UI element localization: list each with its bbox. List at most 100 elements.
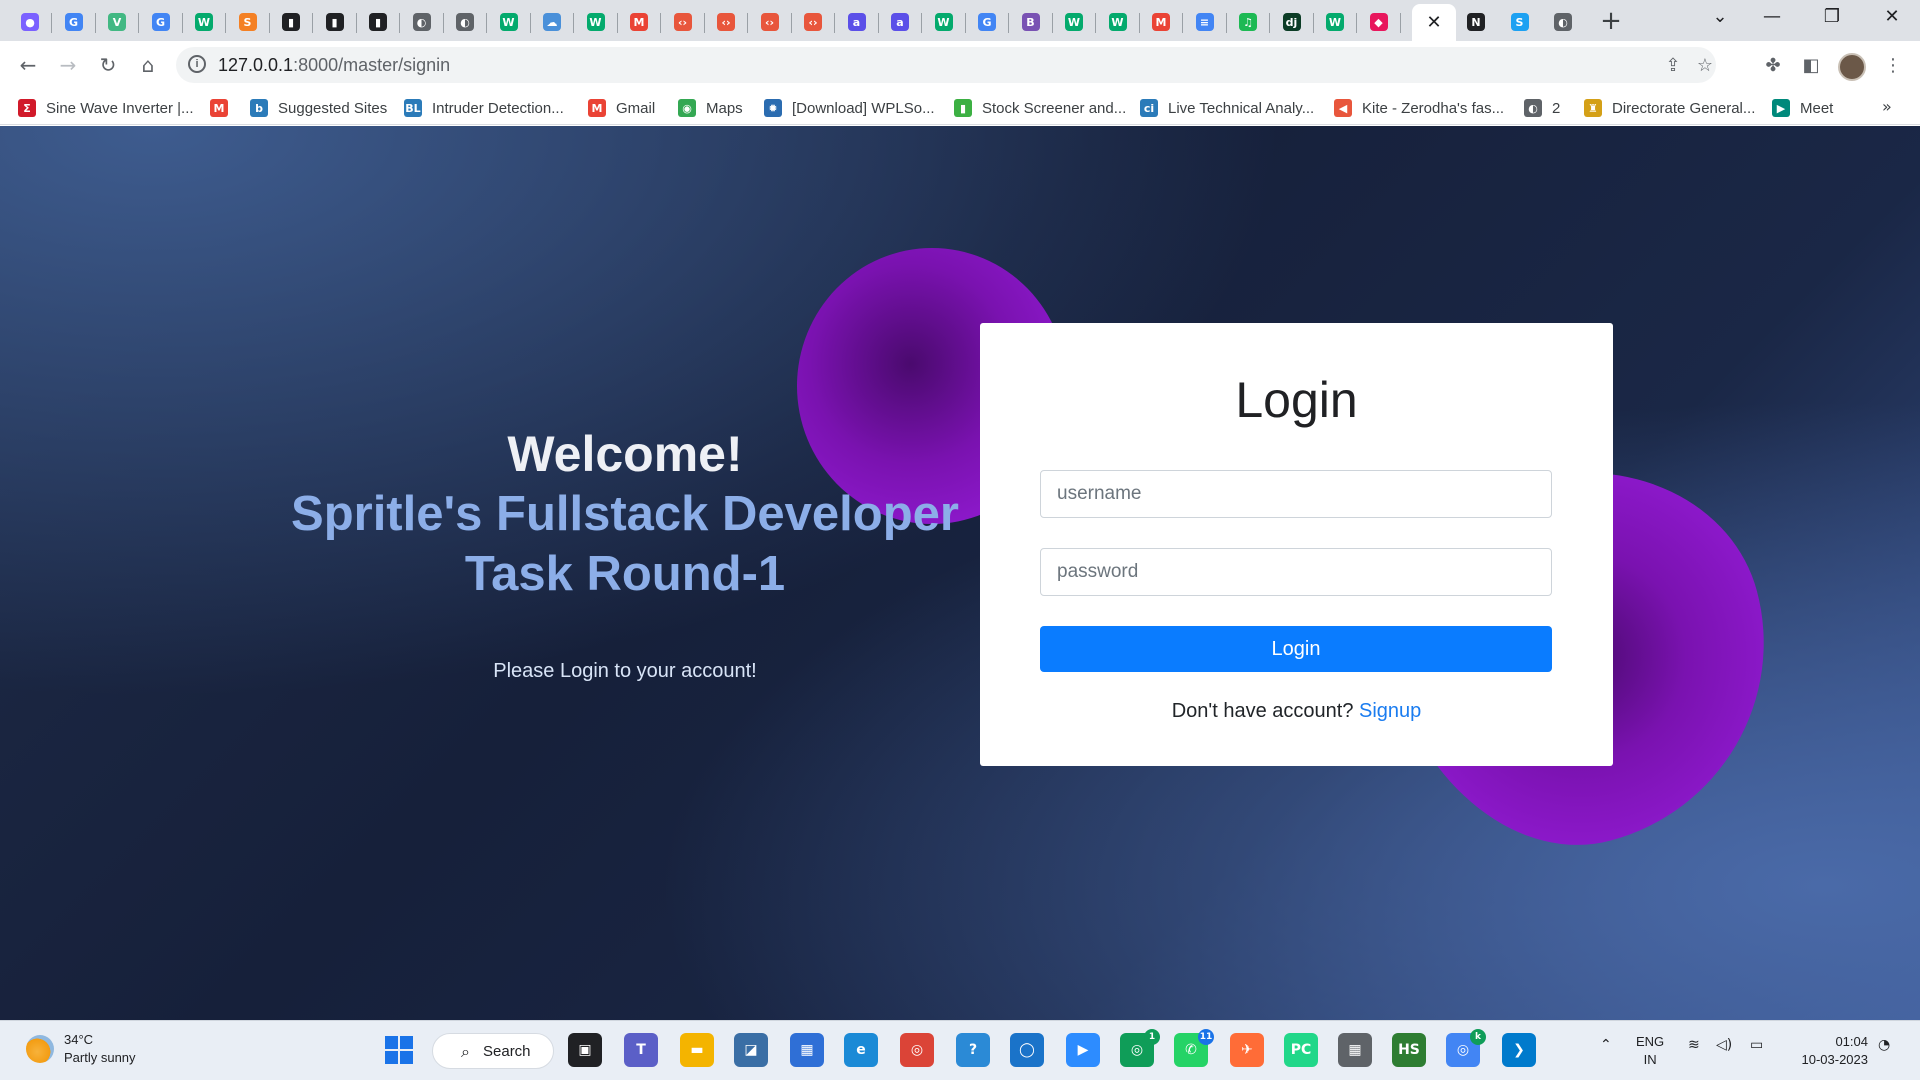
edge-icon[interactable]: e [844, 1033, 878, 1067]
language-indicator[interactable]: ENG IN [1636, 1033, 1664, 1069]
battery-icon[interactable]: ▭ [1750, 1037, 1763, 1053]
browser-tab[interactable]: ▮ [313, 4, 357, 40]
bookmark-item[interactable]: Σ Sine Wave Inverter |... [18, 97, 194, 119]
taskbar-search[interactable]: ⌕ Search [432, 1033, 554, 1069]
chrome-icon[interactable]: ◎ [900, 1033, 934, 1067]
browser-tab[interactable]: W [574, 4, 618, 40]
browser-tab[interactable]: ◐ [1541, 4, 1585, 40]
menu-icon[interactable]: ⋮ [1882, 55, 1904, 77]
hs-icon[interactable]: HS [1392, 1033, 1426, 1067]
browser-tab[interactable]: W [922, 4, 966, 40]
browser-tab[interactable]: M [617, 4, 661, 40]
windows-start-icon[interactable] [382, 1033, 416, 1067]
bookmark-star-icon[interactable]: ☆ [1694, 55, 1716, 77]
browser-tab[interactable]: ● [8, 4, 52, 40]
browser-tab[interactable]: ‹› [791, 4, 835, 40]
extensions-icon[interactable]: ✤ [1762, 55, 1784, 77]
task-view-icon[interactable]: ▣ [568, 1033, 602, 1067]
browser-tab[interactable]: ◐ [400, 4, 444, 40]
login-button[interactable]: Login [1040, 626, 1552, 672]
browser-tab[interactable]: M [1139, 4, 1183, 40]
bookmark-item[interactable]: BL Intruder Detection... [404, 97, 564, 119]
browser-tab[interactable]: ‹› [704, 4, 748, 40]
browser-tab[interactable]: ▮ [356, 4, 400, 40]
bookmark-item[interactable]: b Suggested Sites [250, 97, 387, 119]
browser-tab[interactable]: ‹› [661, 4, 705, 40]
browser-tab[interactable]: a [835, 4, 879, 40]
browser-tab[interactable]: ◆ [1357, 4, 1401, 40]
browser-tab[interactable]: a [878, 4, 922, 40]
system-clock[interactable]: 01:04 10-03-2023 [1788, 1033, 1869, 1069]
zoom-icon[interactable]: ▶ [1066, 1033, 1100, 1067]
bookmark-item[interactable]: ◀ Kite - Zerodha's fas... [1334, 97, 1504, 119]
browser-tab[interactable]: dj [1270, 4, 1314, 40]
show-hidden-icons[interactable]: ⌃ [1600, 1037, 1612, 1053]
volume-icon[interactable]: ◁) [1716, 1037, 1732, 1053]
browser-tab[interactable]: W [1313, 4, 1357, 40]
browser-tab[interactable]: W [1096, 4, 1140, 40]
bookmark-item[interactable]: ▶ Meet [1772, 97, 1833, 119]
browser-tab[interactable]: N [1454, 4, 1498, 40]
side-panel-icon[interactable]: ◧ [1800, 55, 1822, 77]
microsoft-store-icon[interactable]: ▦ [790, 1033, 824, 1067]
more-bookmarks-icon[interactable]: » [1882, 97, 1892, 116]
minimize-button[interactable]: — [1752, 6, 1792, 34]
restore-button[interactable]: ❐ [1812, 6, 1852, 34]
share-icon[interactable]: ⇪ [1662, 55, 1684, 77]
browser-tab[interactable]: V [95, 4, 139, 40]
browser-tab[interactable]: ♫ [1226, 4, 1270, 40]
browser-tab[interactable]: G [52, 4, 96, 40]
browser-tab[interactable]: S [1498, 4, 1542, 40]
site-info-icon[interactable]: i [188, 55, 206, 73]
browser-tab[interactable]: ‹› [748, 4, 792, 40]
help-icon[interactable]: ? [956, 1033, 990, 1067]
vscode-icon[interactable]: ❯ [1502, 1033, 1536, 1067]
tab-search-icon[interactable]: ⌄ [1700, 6, 1740, 34]
mysql-workbench-icon[interactable]: ◪ [734, 1033, 768, 1067]
back-button[interactable]: ← [14, 51, 42, 79]
profile-avatar[interactable] [1838, 53, 1866, 81]
bookmark-item[interactable]: ci Live Technical Analy... [1140, 97, 1314, 119]
postman-icon[interactable]: ✈ [1230, 1033, 1264, 1067]
chrome-icon[interactable]: ◎ k [1446, 1029, 1486, 1067]
bookmark-item[interactable]: M Gmail [588, 97, 655, 119]
close-tab-icon[interactable]: ✕ [1426, 12, 1441, 33]
browser-tab[interactable]: S [226, 4, 270, 40]
bookmark-item[interactable]: ✹ [Download] WPLSo... [764, 97, 935, 119]
browser-tab[interactable]: W [487, 4, 531, 40]
browser-tab[interactable]: ▮ [269, 4, 313, 40]
bookmark-item[interactable]: M [210, 97, 238, 119]
whatsapp-icon[interactable]: ✆ 11 [1174, 1029, 1214, 1067]
url-text[interactable]: 127.0.0.1:8000/master/signin [218, 55, 450, 76]
pycharm-icon[interactable]: PC [1284, 1033, 1318, 1067]
browser-tab[interactable]: ☁ [530, 4, 574, 40]
chrome-icon[interactable]: ◎ 1 [1120, 1029, 1160, 1067]
app-icon[interactable]: ◯ [1010, 1033, 1044, 1067]
browser-tab[interactable]: G [965, 4, 1009, 40]
calculator-icon[interactable]: ▦ [1338, 1033, 1372, 1067]
weather-widget[interactable]: 34°C Partly sunny [26, 1031, 136, 1067]
browser-tab[interactable]: B [1009, 4, 1053, 40]
active-tab[interactable]: ✕ [1412, 4, 1456, 41]
forward-button[interactable]: → [54, 51, 82, 79]
address-bar[interactable]: i 127.0.0.1:8000/master/signin ⇪ ☆ [176, 47, 1716, 83]
wifi-icon[interactable]: ≋ [1688, 1037, 1700, 1053]
browser-tab[interactable]: W [182, 4, 226, 40]
bookmark-item[interactable]: ▮ Stock Screener and... [954, 97, 1126, 119]
teams-icon[interactable]: T [624, 1033, 658, 1067]
browser-tab[interactable]: ≡ [1183, 4, 1227, 40]
bookmark-item[interactable]: ◉ Maps [678, 97, 743, 119]
reload-button[interactable]: ↻ [94, 51, 122, 79]
close-window-button[interactable]: ✕ [1872, 6, 1912, 34]
home-button[interactable]: ⌂ [134, 51, 162, 79]
new-tab-button[interactable]: + [1597, 8, 1625, 36]
password-input[interactable] [1040, 548, 1552, 596]
bookmark-item[interactable]: ◐ 2 [1524, 97, 1560, 119]
signup-link[interactable]: Signup [1359, 700, 1421, 722]
notifications-icon[interactable]: ◔ [1878, 1037, 1890, 1053]
file-explorer-icon[interactable]: ▬ [680, 1033, 714, 1067]
browser-tab[interactable]: ◐ [443, 4, 487, 40]
username-input[interactable] [1040, 470, 1552, 518]
browser-tab[interactable]: G [139, 4, 183, 40]
browser-tab[interactable]: W [1052, 4, 1096, 40]
